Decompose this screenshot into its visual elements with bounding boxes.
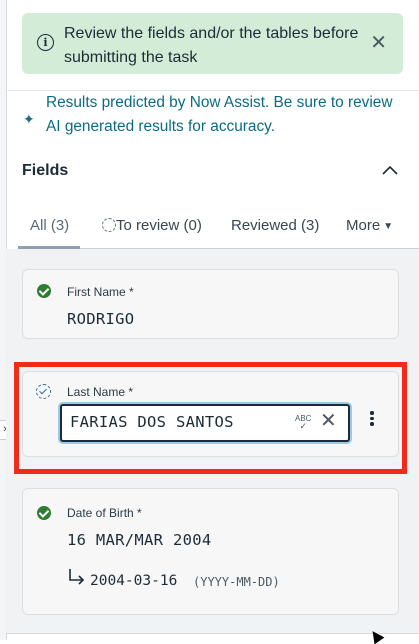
- date-format-hint: (YYYY-MM-DD): [193, 575, 280, 589]
- pending-review-icon: [36, 384, 51, 399]
- pending-icon: [102, 218, 116, 232]
- tab-reviewed-label: Reviewed (3): [231, 217, 320, 234]
- tab-to-review-label: To review (0): [116, 217, 202, 234]
- tab-more[interactable]: More ▼: [346, 214, 393, 248]
- field-value: RODRIGO: [67, 310, 135, 328]
- normalized-date: 2004-03-16: [90, 573, 178, 589]
- chevron-up-icon[interactable]: [381, 162, 399, 180]
- field-tabs: All (3) To review (0) Reviewed (3) More ▼: [18, 214, 419, 249]
- field-card-date-of-birth[interactable]: Date of Birth * 16 MAR/MAR 2004 2004-03-…: [22, 488, 399, 615]
- field-value: 16 MAR/MAR 2004: [67, 531, 212, 549]
- review-notice: i Review the fields and/or the tables be…: [22, 13, 403, 74]
- field-card-last-name[interactable]: Last Name * ABC✓ ✕: [22, 371, 399, 457]
- field-card-first-name[interactable]: First Name * RODRIGO: [22, 269, 399, 339]
- more-options-icon[interactable]: [366, 409, 378, 431]
- fields-pane: First Name * RODRIGO Last Name * ABC✓ ✕ …: [6, 249, 419, 634]
- check-circle-icon: [37, 506, 51, 520]
- close-icon[interactable]: ✕: [370, 33, 387, 53]
- last-name-input[interactable]: [70, 411, 285, 433]
- spellcheck-icon[interactable]: ABC ✓: [295, 415, 311, 431]
- tab-to-review[interactable]: To review (0): [102, 214, 202, 248]
- caret-down-icon: ▼: [383, 221, 394, 232]
- tab-all-label: All (3): [30, 217, 70, 234]
- tab-all[interactable]: All (3): [18, 214, 80, 249]
- field-label: Last Name *: [67, 385, 134, 399]
- ai-disclaimer-text: Results predicted by Now Assist. Be sure…: [46, 94, 393, 135]
- sparkle-icon: ✦: [23, 111, 35, 127]
- section-title: Fields: [22, 162, 69, 179]
- subdirectory-arrow-icon: [69, 569, 85, 585]
- last-name-input-wrapper: ABC✓ ✕: [60, 404, 350, 442]
- check-circle-icon: [37, 284, 51, 298]
- field-label: Date of Birth *: [67, 506, 142, 520]
- field-label: First Name *: [67, 285, 134, 299]
- tab-more-label: More: [346, 217, 381, 234]
- clear-icon[interactable]: ✕: [320, 410, 337, 432]
- info-icon: i: [37, 34, 54, 51]
- notice-message: Review the fields and/or the tables befo…: [64, 25, 359, 66]
- tab-reviewed[interactable]: Reviewed (3): [231, 214, 319, 248]
